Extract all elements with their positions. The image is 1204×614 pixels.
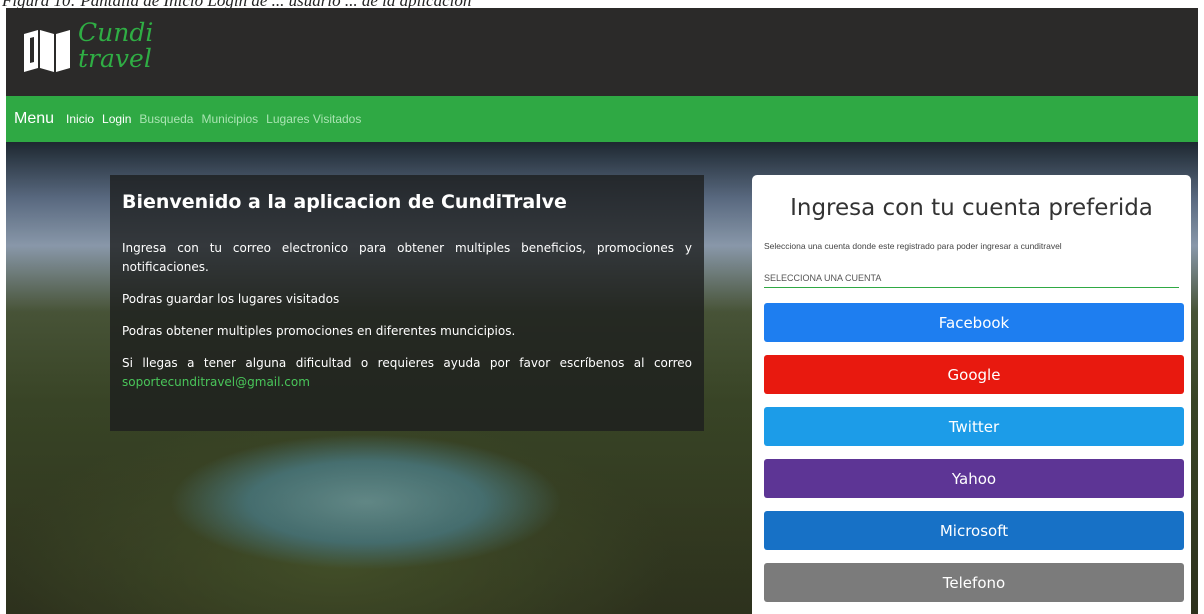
welcome-title: Bienvenido a la aplicacion de CundiTralv… bbox=[122, 191, 567, 213]
welcome-paragraph-3: Podras obtener multiples promociones en … bbox=[122, 324, 516, 338]
nav-link-inicio[interactable]: Inicio bbox=[66, 112, 94, 126]
welcome-paragraph-1: Ingresa con tu correo electronico para o… bbox=[122, 241, 692, 274]
nav-link-lugares-visitados[interactable]: Lugares Visitados bbox=[266, 112, 361, 126]
menu-brand[interactable]: Menu bbox=[14, 110, 54, 128]
yahoo-login-button[interactable]: Yahoo bbox=[764, 459, 1184, 498]
navbar: Menu Inicio Login Busqueda Municipios Lu… bbox=[6, 96, 1198, 142]
logo-text[interactable]: Cundi travel bbox=[78, 20, 153, 72]
google-login-button[interactable]: Google bbox=[764, 355, 1184, 394]
map-icon bbox=[24, 30, 70, 72]
twitter-login-button[interactable]: Twitter bbox=[764, 407, 1184, 446]
microsoft-login-button[interactable]: Microsoft bbox=[764, 511, 1184, 550]
nav-link-municipios[interactable]: Municipios bbox=[201, 112, 258, 126]
login-card: Ingresa con tu cuenta preferida Seleccio… bbox=[752, 175, 1191, 614]
welcome-paragraph-2: Podras guardar los lugares visitados bbox=[122, 292, 340, 306]
nav-link-busqueda[interactable]: Busqueda bbox=[139, 112, 193, 126]
app-window: Cundi travel Menu Inicio Login Busqueda … bbox=[6, 8, 1198, 614]
facebook-login-button[interactable]: Facebook bbox=[764, 303, 1184, 342]
login-subtitle: Selecciona una cuenta donde este registr… bbox=[764, 241, 1062, 251]
account-select-label: SELECCIONA UNA CUENTA bbox=[764, 273, 1179, 288]
logo-text-line-1: Cundi bbox=[78, 18, 154, 47]
nav-link-login[interactable]: Login bbox=[102, 112, 131, 126]
support-email-link[interactable]: soportecunditravel@gmail.com bbox=[122, 375, 310, 389]
support-text: Si llegas a tener alguna dificultad o re… bbox=[122, 356, 692, 370]
header: Cundi travel bbox=[6, 8, 1198, 96]
welcome-panel: Bienvenido a la aplicacion de CundiTralv… bbox=[110, 175, 704, 431]
welcome-paragraph-4: Si llegas a tener alguna dificultad o re… bbox=[122, 354, 692, 392]
phone-login-button[interactable]: Telefono bbox=[764, 563, 1184, 602]
logo-text-line-2: travel bbox=[78, 44, 152, 73]
login-title: Ingresa con tu cuenta preferida bbox=[790, 195, 1153, 221]
